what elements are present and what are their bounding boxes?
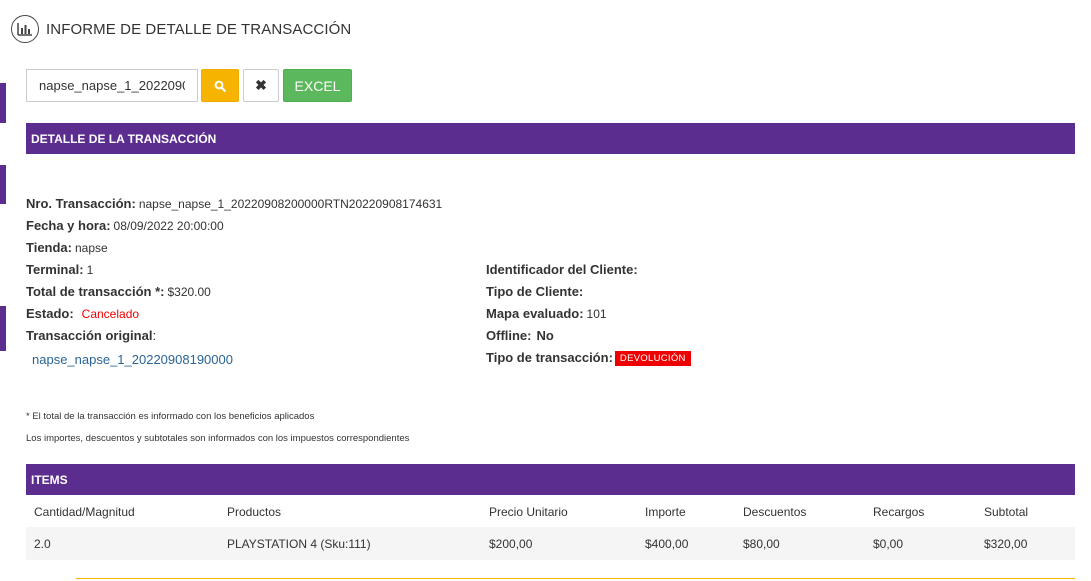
status-value: Cancelado bbox=[81, 307, 140, 321]
field-offline: Offline: No bbox=[486, 328, 554, 343]
side-tab-3[interactable] bbox=[0, 306, 6, 351]
column-header-products: Productos bbox=[227, 505, 282, 519]
cell-product: PLAYSTATION 4 (Sku:111) bbox=[227, 536, 371, 551]
detail-section-title: DETALLE DE LA TRANSACCIÓN bbox=[31, 131, 217, 146]
page-title: INFORME DE DETALLE DE TRANSACCIÓN bbox=[46, 20, 352, 38]
client-type-label: Tipo de Cliente: bbox=[486, 284, 584, 299]
date-time-value: 08/09/2022 20:00:00 bbox=[113, 219, 224, 233]
field-client-type: Tipo de Cliente: bbox=[486, 284, 583, 299]
field-transaction-type: Tipo de transacción: DEVOLUCIÓN bbox=[486, 350, 691, 366]
column-header-amount: Importe bbox=[645, 505, 686, 519]
field-store: Tienda: napse bbox=[26, 240, 108, 255]
items-section-header: ITEMS bbox=[26, 464, 1075, 495]
field-map-evaluated: Mapa evaluado: 101 bbox=[486, 306, 607, 321]
status-label: Estado: bbox=[26, 306, 74, 321]
field-terminal: Terminal: 1 bbox=[26, 262, 93, 277]
search-button[interactable] bbox=[201, 69, 239, 102]
column-header-quantity: Cantidad/Magnitud bbox=[34, 505, 135, 519]
cell-discounts: $80,00 bbox=[743, 536, 780, 551]
side-tab-1[interactable] bbox=[0, 83, 6, 123]
items-table-header: Cantidad/Magnitud Productos Precio Unita… bbox=[26, 500, 1075, 524]
map-evaluated-label: Mapa evaluado: bbox=[486, 306, 584, 321]
field-total: Total de transacción *: $320.00 bbox=[26, 284, 211, 299]
toolbar: ✖ EXCEL bbox=[26, 69, 352, 102]
column-header-discounts: Descuentos bbox=[743, 505, 807, 519]
cell-amount: $400,00 bbox=[645, 536, 689, 551]
transaction-type-label: Tipo de transacción: bbox=[486, 350, 613, 365]
cell-quantity: 2.0 bbox=[34, 536, 51, 551]
field-original-transaction: Transacción original: bbox=[26, 328, 156, 343]
original-transaction-label: Transacción original bbox=[26, 328, 153, 343]
total-label: Total de transacción *: bbox=[26, 284, 165, 299]
field-transaction-number: Nro. Transacción: napse_napse_1_202209082… bbox=[26, 196, 442, 211]
field-status: Estado: Cancelado bbox=[26, 306, 139, 321]
client-id-label: Identificador del Cliente: bbox=[486, 262, 638, 277]
side-tab-2[interactable] bbox=[0, 165, 6, 204]
note-taxes: Los importes, descuentos y subtotales so… bbox=[26, 433, 410, 444]
clear-button[interactable]: ✖ bbox=[243, 69, 279, 102]
search-icon bbox=[214, 80, 226, 92]
cell-unit-price: $200,00 bbox=[489, 536, 533, 551]
page-header: INFORME DE DETALLE DE TRANSACCIÓN bbox=[11, 15, 351, 43]
cell-surcharges: $0,00 bbox=[873, 536, 904, 551]
offline-label: Offline: bbox=[486, 328, 532, 343]
map-evaluated-value: 101 bbox=[586, 307, 607, 321]
table-row: 2.0 PLAYSTATION 4 (Sku:111) $200,00 $400… bbox=[26, 527, 1075, 560]
offline-value: No bbox=[536, 328, 554, 343]
transaction-number-label: Nro. Transacción: bbox=[26, 196, 136, 211]
transaction-search-input[interactable] bbox=[26, 69, 198, 102]
cell-subtotal: $320,00 bbox=[984, 536, 1028, 551]
date-time-label: Fecha y hora: bbox=[26, 218, 111, 233]
transaction-number-value: napse_napse_1_20220908200000RTN202209081… bbox=[138, 197, 443, 211]
transaction-type-badge: DEVOLUCIÓN bbox=[614, 351, 691, 366]
bar-chart-icon bbox=[11, 15, 39, 43]
total-value: $320.00 bbox=[167, 285, 211, 299]
column-header-unit-price: Precio Unitario bbox=[489, 505, 568, 519]
column-header-subtotal: Subtotal bbox=[984, 505, 1029, 519]
column-header-surcharges: Recargos bbox=[873, 505, 925, 519]
excel-button[interactable]: EXCEL bbox=[283, 69, 352, 102]
field-client-id: Identificador del Cliente: bbox=[486, 262, 638, 277]
detail-section-header: DETALLE DE LA TRANSACCIÓN bbox=[26, 123, 1075, 154]
field-date-time: Fecha y hora: 08/09/2022 20:00:00 bbox=[26, 218, 224, 233]
terminal-label: Terminal: bbox=[26, 262, 84, 277]
original-transaction-colon: : bbox=[152, 328, 157, 343]
items-section-title: ITEMS bbox=[31, 472, 68, 487]
note-benefits: * El total de la transacción es informad… bbox=[26, 411, 315, 422]
close-icon: ✖ bbox=[255, 77, 267, 93]
divider bbox=[76, 578, 1075, 579]
original-transaction-link[interactable]: napse_napse_1_20220908190000 bbox=[32, 352, 233, 367]
store-value: napse bbox=[75, 241, 108, 255]
terminal-value: 1 bbox=[86, 263, 94, 277]
store-label: Tienda: bbox=[26, 240, 72, 255]
